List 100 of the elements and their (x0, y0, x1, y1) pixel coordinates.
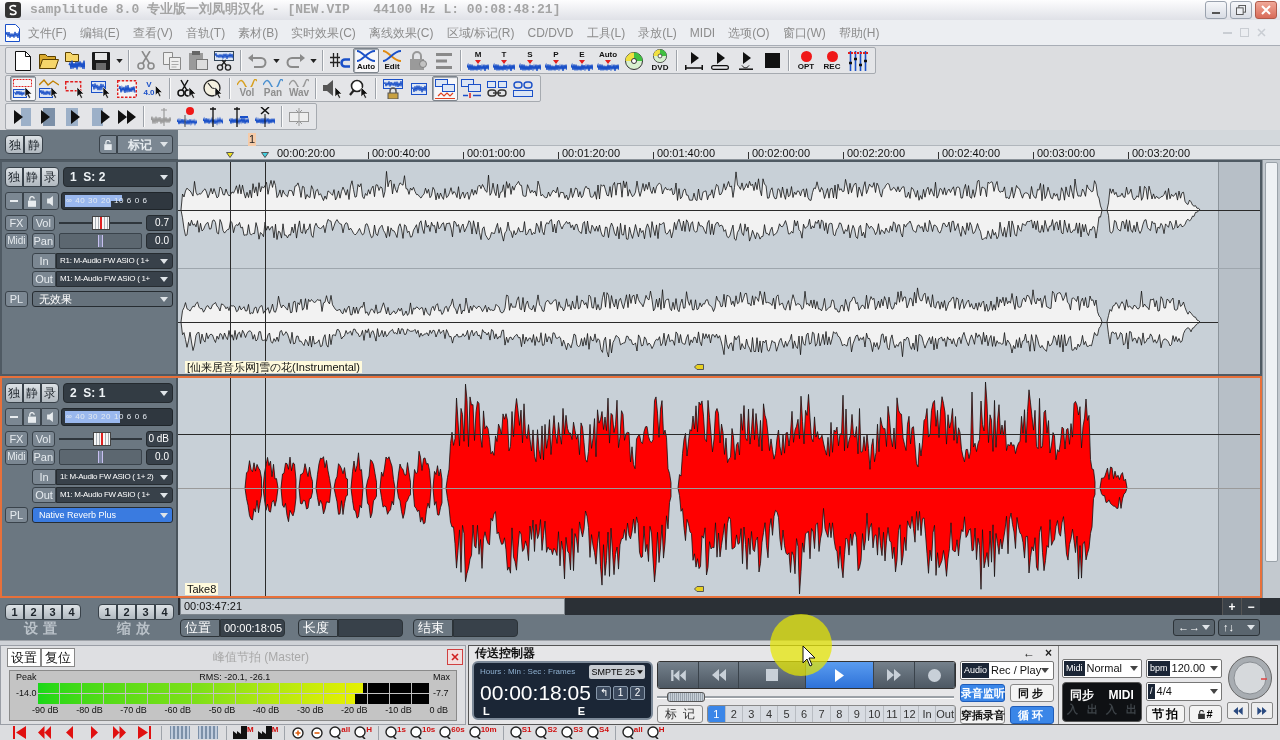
mode-dropdown[interactable]: Audio Rec / Play (960, 661, 1054, 680)
shuttle-slider[interactable] (657, 691, 954, 703)
marker-set-button[interactable]: 标记 (657, 705, 703, 723)
marker-position-button[interactable]: 6 (795, 706, 814, 722)
zoom-preset-button[interactable]: all (328, 726, 352, 740)
zoom-button[interactable]: − (1241, 598, 1260, 615)
pan-slider[interactable] (58, 449, 143, 465)
zoom-preset-button[interactable]: 1s (384, 726, 407, 740)
scrollbar-thumb[interactable]: 00:03:47:21 (180, 598, 565, 615)
midi-mode-dropdown[interactable]: Midi Normal (1062, 659, 1142, 678)
marker-button[interactable]: S (517, 48, 543, 73)
plugin-dropdown[interactable]: Native Reverb Plus (32, 507, 173, 523)
dvd-button[interactable]: DVD (647, 48, 673, 73)
marker-position-button[interactable]: 2 (725, 706, 744, 722)
dock-button[interactable]: ← (1023, 647, 1035, 659)
pan-slider-thumb[interactable] (98, 451, 104, 463)
zoom-preset-button[interactable]: H (353, 726, 374, 740)
marker-button[interactable]: E (569, 48, 595, 73)
dropdown-caret-icon[interactable] (273, 58, 280, 63)
marker-button[interactable]: P (543, 48, 569, 73)
preset-button[interactable]: 1 (98, 604, 117, 620)
volume-slider-thumb[interactable] (93, 432, 112, 446)
solo-all-button[interactable]: 独 (5, 135, 24, 154)
marker-position-button[interactable]: 8 (830, 706, 849, 722)
metronome-button[interactable]: 节拍 (1146, 705, 1185, 723)
dropdown-caret-icon[interactable] (116, 58, 123, 63)
time-signature-dropdown[interactable]: / 4/4 (1146, 682, 1222, 701)
rewind-button[interactable] (699, 662, 739, 688)
marker-button[interactable]: M (465, 48, 491, 73)
vertical-zoom-dropdown[interactable]: ↑↓ (1218, 619, 1260, 636)
time-button[interactable]: 1 (613, 685, 628, 700)
preset-button[interactable]: 3 (43, 604, 62, 620)
fast-forward-button[interactable] (874, 662, 915, 688)
lock-button[interactable] (99, 135, 117, 154)
time-button[interactable]: 2 (630, 685, 645, 700)
zoom-preset-button[interactable]: M (256, 726, 280, 740)
lock-button[interactable]: # (1189, 705, 1222, 723)
close-button[interactable] (447, 649, 463, 665)
preset-button[interactable]: 2 (117, 604, 136, 620)
lock-clip-button[interactable] (380, 76, 406, 101)
marker-position-button[interactable]: 1 (708, 706, 726, 722)
link-button[interactable] (458, 76, 484, 101)
marker-position-button[interactable]: 7 (813, 706, 831, 722)
end-field[interactable] (453, 618, 518, 637)
time-format-dropdown[interactable]: SMPTE 25 (589, 665, 645, 679)
zoom-preset-button[interactable]: 60s (438, 726, 466, 740)
zoom-button[interactable]: + (1222, 598, 1241, 615)
marker-button[interactable]: Auto (595, 48, 621, 73)
time-button[interactable]: ↰ (596, 685, 611, 700)
zoom-preset-button[interactable]: S1 (508, 726, 533, 740)
zoom-preset-button[interactable]: S2 (534, 726, 559, 740)
toggle-button[interactable]: 穿插录音 (960, 706, 1005, 724)
marker-position-button[interactable]: 11 (883, 706, 902, 722)
marker-position-button[interactable]: Out (936, 706, 955, 722)
horizontal-zoom-dropdown[interactable]: ←→ (1173, 619, 1215, 636)
toggle-button[interactable]: 录音监听 (960, 684, 1005, 702)
length-field[interactable] (338, 618, 403, 637)
pan-slider-thumb[interactable] (98, 235, 104, 247)
marker-button[interactable] (226, 104, 252, 129)
skip-to-start-button[interactable] (658, 662, 699, 688)
zoom-preset-button[interactable]: M (232, 726, 255, 740)
mute-all-button[interactable]: 静 (24, 135, 43, 154)
vertical-scrollbar[interactable] (1262, 160, 1280, 598)
pan-slider[interactable] (58, 233, 143, 249)
panel-tab-button[interactable]: 设置 (7, 647, 41, 667)
minimize-button[interactable] (1205, 1, 1227, 19)
panel-tab-button[interactable]: 复位 (41, 647, 75, 667)
shuttle-thumb[interactable] (667, 692, 706, 702)
previous-button[interactable] (1227, 702, 1249, 719)
zoom-preset-button[interactable]: 10s (408, 726, 437, 740)
volume-slider-thumb[interactable] (91, 216, 110, 230)
monitor-button[interactable] (41, 192, 59, 210)
opt-button[interactable]: OPT (793, 48, 819, 73)
marker-button[interactable] (200, 104, 226, 129)
auto-button[interactable]: Auto (353, 48, 379, 73)
marker-position-button[interactable]: 10 (866, 706, 884, 722)
monitor-button[interactable] (41, 408, 59, 426)
marker-button[interactable] (174, 104, 200, 129)
scrollbar-thumb[interactable] (1265, 162, 1278, 562)
track-name-dropdown[interactable]: 2 S: 1 (63, 383, 173, 403)
marker-button[interactable] (252, 104, 278, 129)
preset-button[interactable]: 3 (136, 604, 155, 620)
close-button[interactable]: × (1045, 647, 1052, 659)
version-tool-button[interactable]: V 4.0 (140, 76, 166, 101)
horizontal-scrollbar[interactable]: 00:03:47:21 + − (178, 598, 1280, 615)
input-dropdown[interactable]: 1l: M-Audio FW ASIO ( 1+ 2) (56, 469, 173, 485)
zoom-preset-button[interactable]: S3 (560, 726, 585, 740)
output-dropdown[interactable]: M1: M-Audio FW ASIO ( 1+ (56, 271, 173, 287)
knob-icon[interactable] (1228, 656, 1272, 700)
record-arm-button[interactable]: 录 (41, 383, 59, 403)
dropdown-caret-icon[interactable] (310, 58, 317, 63)
input-dropdown[interactable]: R1: M-Audio FW ASIO ( 1+ (56, 253, 173, 269)
marker-button[interactable]: T (491, 48, 517, 73)
zoom-preset-button[interactable]: S4 (586, 726, 610, 740)
end-label[interactable]: 结束 (413, 618, 453, 637)
next-button[interactable] (1251, 702, 1273, 719)
toggle-button[interactable]: 循环 (1009, 706, 1054, 724)
zoom-preset-button[interactable]: all (620, 726, 644, 740)
split-button[interactable] (211, 48, 237, 73)
marker-position-button[interactable]: 5 (778, 706, 796, 722)
